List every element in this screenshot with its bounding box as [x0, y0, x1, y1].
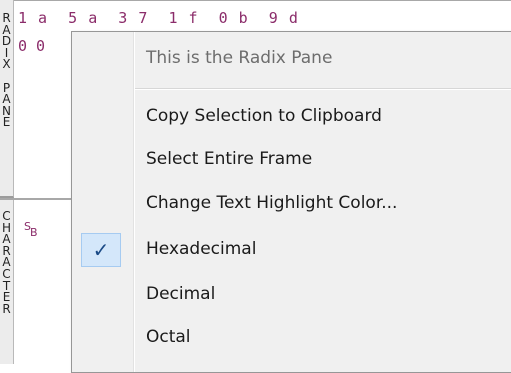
- window-top-border: [0, 0, 511, 1]
- menu-item-label: Select Entire Frame: [146, 149, 313, 169]
- radix-pane-label: RADIX PANE: [0, 0, 14, 198]
- character-pane-label: CHARACTER: [0, 200, 14, 364]
- menu-item-label: Copy Selection to Clipboard: [146, 106, 382, 126]
- menu-item-select-entire-frame[interactable]: Select Entire Frame: [72, 142, 511, 178]
- menu-item-decimal[interactable]: Decimal: [72, 277, 511, 313]
- radix-hex-row[interactable]: 0 0: [18, 37, 45, 55]
- checkmark-box: ✓: [81, 233, 121, 267]
- menu-item-label: Decimal: [146, 284, 216, 304]
- menu-item-label: Hexadecimal: [146, 239, 257, 259]
- menu-header-label: This is the Radix Pane: [146, 48, 333, 68]
- radix-hex-row[interactable]: 1 a 5 a 3 7 1 f 0 b 9 d: [18, 9, 299, 27]
- sb-b-glyph: B: [29, 226, 38, 239]
- context-menu: This is the Radix Pane Copy Selection to…: [71, 31, 511, 373]
- pane-label-letter: E: [2, 115, 11, 130]
- pane-label-letter: R: [2, 301, 11, 316]
- control-char-sb[interactable]: SB: [24, 220, 38, 239]
- menu-item-copy-selection[interactable]: Copy Selection to Clipboard: [72, 99, 511, 135]
- menu-item-octal[interactable]: Octal: [72, 320, 511, 356]
- menu-item-hexadecimal[interactable]: ✓ Hexadecimal: [72, 232, 511, 268]
- menu-item-change-highlight-color[interactable]: Change Text Highlight Color...: [72, 186, 511, 222]
- menu-item-label: Change Text Highlight Color...: [146, 193, 398, 213]
- menu-item-label: Octal: [146, 327, 191, 347]
- checkmark-icon: ✓: [92, 238, 110, 262]
- menu-separator: [135, 88, 511, 90]
- menu-header: This is the Radix Pane: [72, 41, 511, 77]
